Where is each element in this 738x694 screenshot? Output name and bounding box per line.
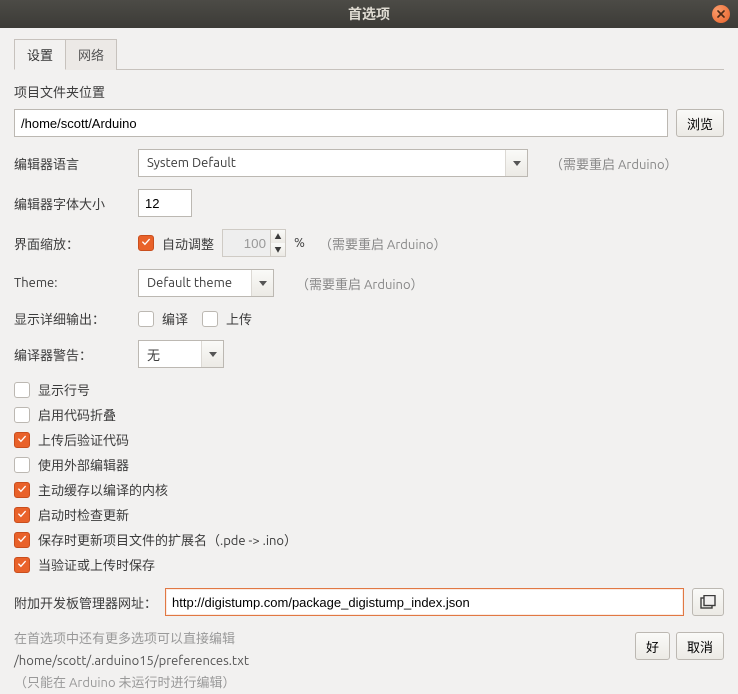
verbose-upload-checkbox[interactable] bbox=[202, 311, 218, 327]
scale-label: 界面缩放： bbox=[14, 234, 130, 253]
spinner-down-icon[interactable]: ▼ bbox=[271, 243, 285, 256]
preferences-path: /home/scott/.arduino15/preferences.txt bbox=[14, 650, 724, 672]
footer-note: 在首选项中还有更多选项可以直接编辑 /home/scott/.arduino15… bbox=[14, 628, 724, 694]
line-numbers-checkbox[interactable] bbox=[14, 382, 30, 398]
verbose-compile-label: 编译 bbox=[162, 309, 188, 328]
browse-button[interactable]: 浏览 bbox=[676, 109, 724, 137]
sketchbook-label: 项目文件夹位置 bbox=[14, 82, 724, 101]
editor-language-dropdown[interactable]: System Default bbox=[138, 149, 528, 177]
chevron-down-icon bbox=[505, 150, 527, 176]
line-numbers-label: 显示行号 bbox=[38, 380, 90, 399]
external-editor-checkbox[interactable] bbox=[14, 457, 30, 473]
update-ext-label: 保存时更新项目文件的扩展名（.pde -> .ino） bbox=[38, 530, 297, 549]
verbose-upload-label: 上传 bbox=[226, 309, 252, 328]
scale-auto-label: 自动调整 bbox=[162, 234, 214, 253]
cancel-button[interactable]: 取消 bbox=[676, 632, 724, 660]
tab-bar: 设置 网络 bbox=[14, 38, 724, 70]
sketchbook-path-input[interactable] bbox=[14, 109, 668, 137]
cache-cores-checkbox[interactable] bbox=[14, 482, 30, 498]
verbose-compile-checkbox[interactable] bbox=[138, 311, 154, 327]
close-button[interactable] bbox=[712, 5, 730, 23]
chevron-down-icon bbox=[251, 270, 273, 296]
chevron-down-icon bbox=[201, 341, 223, 367]
code-folding-label: 启用代码折叠 bbox=[38, 405, 116, 424]
restart-hint: （需要重启 Arduino） bbox=[319, 234, 447, 253]
font-size-input[interactable] bbox=[138, 189, 192, 217]
verify-upload-checkbox[interactable] bbox=[14, 432, 30, 448]
theme-dropdown[interactable]: Default theme bbox=[138, 269, 274, 297]
dialog-buttons: 好 取消 bbox=[635, 632, 724, 660]
code-folding-checkbox[interactable] bbox=[14, 407, 30, 423]
scale-spinner[interactable]: ▲ ▼ bbox=[222, 229, 286, 257]
tab-network[interactable]: 网络 bbox=[66, 39, 117, 70]
spinner-up-icon[interactable]: ▲ bbox=[271, 230, 285, 243]
editor-language-label: 编辑器语言 bbox=[14, 154, 130, 173]
warnings-label: 编译器警告： bbox=[14, 345, 130, 364]
save-verify-label: 当验证或上传时保存 bbox=[38, 555, 155, 574]
boards-url-expand-button[interactable] bbox=[692, 588, 724, 616]
update-ext-checkbox[interactable] bbox=[14, 532, 30, 548]
external-editor-label: 使用外部编辑器 bbox=[38, 455, 129, 474]
cache-cores-label: 主动缓存以编译的内核 bbox=[38, 480, 168, 499]
font-size-label: 编辑器字体大小 bbox=[14, 194, 130, 213]
scale-value-input bbox=[222, 229, 270, 257]
restart-hint: （需要重启 Arduino） bbox=[296, 274, 424, 293]
tab-settings[interactable]: 设置 bbox=[14, 39, 66, 70]
window-title: 首选项 bbox=[348, 4, 390, 24]
check-updates-label: 启动时检查更新 bbox=[38, 505, 129, 524]
check-updates-checkbox[interactable] bbox=[14, 507, 30, 523]
scale-auto-checkbox[interactable] bbox=[138, 235, 154, 251]
theme-label: Theme: bbox=[14, 276, 130, 290]
new-window-icon bbox=[700, 595, 716, 609]
verbose-label: 显示详细输出： bbox=[14, 309, 130, 328]
boards-url-label: 附加开发板管理器网址： bbox=[14, 593, 157, 612]
title-bar: 首选项 bbox=[0, 0, 738, 28]
restart-hint: （需要重启 Arduino） bbox=[550, 154, 678, 173]
ok-button[interactable]: 好 bbox=[635, 632, 670, 660]
save-verify-checkbox[interactable] bbox=[14, 557, 30, 573]
verify-upload-label: 上传后验证代码 bbox=[38, 430, 129, 449]
boards-url-input[interactable] bbox=[165, 588, 684, 616]
close-icon bbox=[717, 10, 725, 18]
warnings-dropdown[interactable]: 无 bbox=[138, 340, 224, 368]
